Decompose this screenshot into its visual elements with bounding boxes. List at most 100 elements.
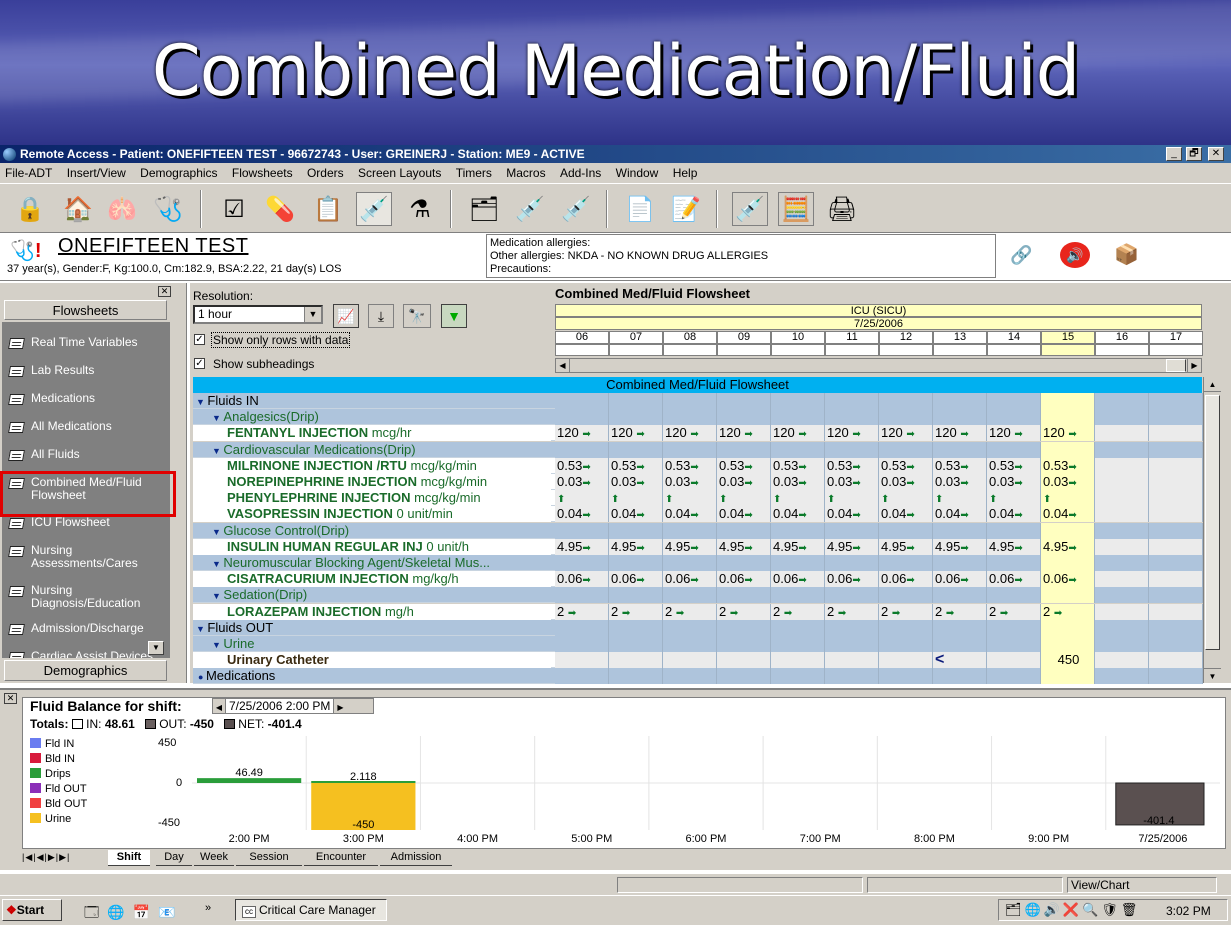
horizontal-scrollbar[interactable]: ◀ ▶ [555,358,1202,373]
table-cell[interactable]: ⬆ [717,490,771,507]
show-subheadings-label[interactable]: Show subheadings [213,357,314,371]
sidebar-item[interactable]: All Medications [2,420,170,433]
table-cell[interactable] [825,652,879,669]
table-cell[interactable] [1149,522,1203,539]
table-row[interactable]: INSULIN HUMAN REGULAR INJ 0 unit/h 4.95➡ 4… [193,538,1203,555]
table-cell[interactable] [1149,409,1203,426]
sidebar-item[interactable]: Lab Results [2,364,170,377]
vscroll-thumb[interactable] [1205,395,1220,650]
speaker-icon[interactable]: 🔊 [1060,242,1090,268]
hour-header[interactable]: 16 [1095,331,1149,344]
table-cell[interactable] [555,409,609,426]
hour-header[interactable]: 09 [717,331,771,344]
show-rows-label[interactable]: Show only rows with data [211,332,351,348]
table-cell[interactable]: 120 ➡ [717,425,771,442]
table-cell[interactable] [1095,522,1149,539]
table-cell[interactable]: 2 ➡ [609,603,663,620]
table-cell[interactable] [987,668,1041,685]
table-cell[interactable] [879,522,933,539]
table-cell[interactable] [609,555,663,571]
table-cell[interactable]: 2 ➡ [663,603,717,620]
table-cell[interactable]: 0.03➡ [933,474,987,490]
hour-header[interactable]: 06 [555,331,609,344]
table-cell[interactable]: 0.04➡ [933,506,987,523]
table-cell[interactable] [771,393,825,409]
table-cell[interactable] [1095,571,1149,588]
table-cell[interactable] [825,393,879,409]
table-cell[interactable] [879,668,933,685]
table-row[interactable]: ▼ Fluids OUT [193,619,1203,636]
table-cell[interactable] [555,652,609,669]
table-cell[interactable]: 0.04➡ [1041,506,1095,523]
binoculars-icon[interactable]: 🔭 [403,304,431,328]
tab-encounter[interactable]: Encounter [304,850,378,866]
table-row[interactable]: ▼ Fluids IN [193,393,1203,409]
table-cell[interactable] [609,441,663,458]
menu-window[interactable]: Window [616,166,659,180]
next-shift-arrow[interactable]: ▶ [334,701,346,715]
table-cell[interactable] [933,636,987,652]
table-cell[interactable]: ⬆ [987,490,1041,507]
table-cell[interactable] [933,522,987,539]
table-cell[interactable]: 0.03➡ [555,474,609,490]
table-cell[interactable] [1149,636,1203,652]
table-row[interactable]: ▼ Glucose Control(Drip) [193,522,1203,539]
table-cell[interactable]: 4.95➡ [933,538,987,555]
table-cell[interactable] [1041,636,1095,652]
lungs-icon[interactable]: 🫁 [104,192,140,226]
hour-header[interactable]: 12 [879,331,933,344]
table-cell[interactable]: ⬆ [879,490,933,507]
table-cell[interactable]: ⬆ [663,490,717,507]
tab-shift[interactable]: Shift [108,850,150,866]
sidebar-item[interactable]: Admission/Discharge [2,622,170,635]
table-cell[interactable] [1095,538,1149,555]
table-cell[interactable] [933,587,987,604]
table-cell[interactable]: 120 ➡ [987,425,1041,442]
table-cell[interactable] [717,668,771,685]
sidebar-item[interactable]: Nursing Assessments/Cares [2,544,170,570]
table-cell[interactable]: 0.04➡ [771,506,825,523]
table-cell[interactable] [717,555,771,571]
table-cell[interactable]: 0.03➡ [1041,474,1095,490]
table-cell[interactable]: 0.03➡ [771,474,825,490]
table-row[interactable]: MILRINONE INJECTION /RTU mcg/kg/min 0.53➡… [193,457,1203,474]
table-cell[interactable] [1149,490,1203,507]
table-cell[interactable] [987,522,1041,539]
table-cell[interactable] [987,587,1041,604]
table-row[interactable]: CISATRACURIUM INJECTION mg/kg/h 0.06➡ 0.06… [193,571,1203,588]
hour-header[interactable]: 15 [1041,331,1095,344]
sidebar-item[interactable]: Medications [2,392,170,405]
table-cell[interactable]: 120 ➡ [1041,425,1095,442]
table-cell[interactable] [771,441,825,458]
table-cell[interactable] [663,652,717,669]
table-cell[interactable] [609,652,663,669]
quicklaunch-overflow-icon[interactable]: » [205,902,211,914]
table-cell[interactable]: 4.95➡ [717,538,771,555]
table-cell[interactable] [771,652,825,669]
menu-demographics[interactable]: Demographics [140,166,217,180]
table-cell[interactable] [825,555,879,571]
note-icon[interactable]: 📝 [668,192,704,226]
start-button[interactable]: ❖Start [2,899,62,921]
table-cell[interactable] [1095,441,1149,458]
table-cell[interactable] [1149,538,1203,555]
tab-admission[interactable]: Admission [380,850,452,866]
table-cell[interactable] [771,668,825,685]
table-cell[interactable] [771,522,825,539]
table-cell[interactable] [717,619,771,636]
table-cell[interactable]: 120 ➡ [879,425,933,442]
table-cell[interactable]: 4.95➡ [1041,538,1095,555]
table-cell[interactable] [609,619,663,636]
table-cell[interactable] [987,652,1041,669]
table-cell[interactable]: 0.53➡ [717,457,771,474]
list-scroll-down[interactable]: ▼ [148,641,164,655]
table-cell[interactable] [1149,619,1203,636]
link-icon[interactable]: 🔗 [1010,245,1032,266]
stethoscope-icon[interactable]: 🩺 [150,192,186,226]
table-cell[interactable] [1149,668,1203,685]
shift-date-picker[interactable]: ◀ 7/25/2006 2:00 PM ▶ [212,698,374,714]
table-cell[interactable] [825,409,879,426]
checklist-icon[interactable]: ☑ [216,192,252,226]
table-cell[interactable] [609,522,663,539]
hour-header[interactable]: 17 [1149,331,1203,344]
